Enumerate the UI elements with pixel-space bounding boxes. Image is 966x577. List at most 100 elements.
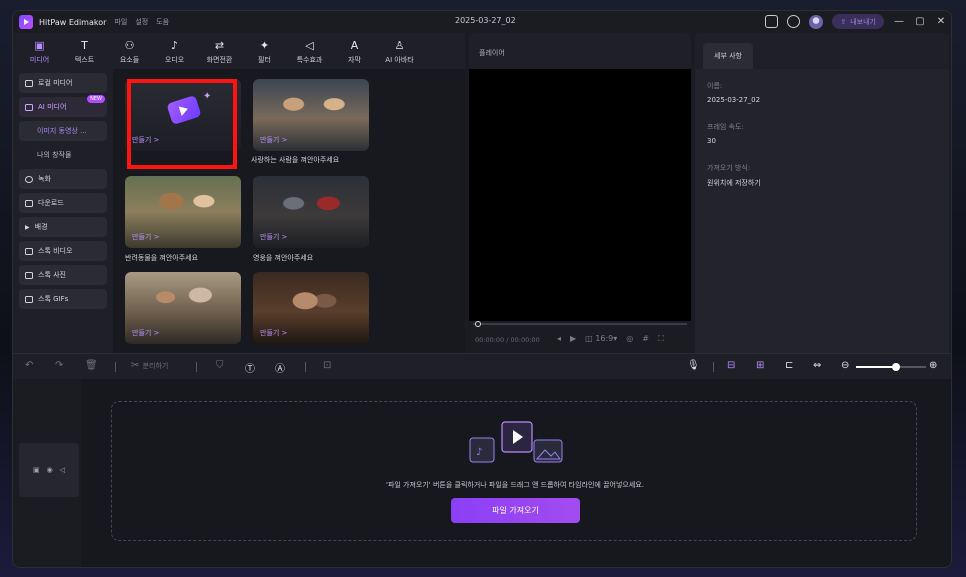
shield-icon[interactable]: ⛉ [216,360,224,371]
mute-icon[interactable]: ◁ [60,466,65,474]
grid-icon[interactable]: # [642,334,649,344]
play-icon[interactable]: ▶ [570,334,576,344]
fullscreen-icon[interactable]: ⛶ [658,334,664,344]
name-value: 2025-03-27_02 [707,96,761,104]
caret-right-icon: ▶ [25,223,30,231]
sidebar-item-stock-video[interactable]: 스톡 비디오 [19,241,107,261]
create-label: 만들기 > [260,329,288,337]
zoom-slider-handle[interactable] [892,363,900,371]
zoom-out-icon[interactable]: ⊖ [841,360,849,371]
tab-label: 오디오 [164,55,185,64]
close-icon[interactable]: ✕ [935,16,947,27]
undo-icon[interactable]: ↶ [25,360,33,371]
tab-label: 필터 [258,55,271,64]
tab-details[interactable]: 세부 사항 [703,43,753,69]
sidebar-item-image-to-video[interactable]: 이미지 동영상 ... [19,121,107,141]
import-file-button[interactable]: 파일 가져오기 [451,498,580,523]
download-icon[interactable] [787,15,801,28]
expand-icon[interactable]: ⇔ [813,360,821,371]
sidebar-item-record[interactable]: 녹화 [19,169,107,189]
fps-label: 프레임 속도: [707,123,744,131]
import-method-label: 가져오기 방식: [707,164,751,172]
delete-icon[interactable]: 🗑 [85,360,98,371]
sidebar-item-ai-media[interactable]: AI 미디어 NEW [19,95,107,117]
tab-label: 화면전환 [206,55,233,64]
create-label: 만들기 > [132,136,160,144]
playback-scrubber[interactable] [473,321,687,327]
tab-ai-avatar[interactable]: ♙ AI 아바타 [377,35,422,69]
sidebar-item-stock-gifs[interactable]: 스톡 GIFs [19,289,107,309]
split-button[interactable]: ✂ 분리하기 [131,360,168,371]
app-logo-icon [19,15,33,29]
subtitle-icon: A [350,38,359,52]
track-controls: ▣ ◉ ◁ [19,443,79,497]
divider [115,362,116,372]
sidebar-item-background[interactable]: ▶ 배경 [19,217,107,237]
sidebar-item-label: 녹화 [38,175,51,183]
zoom-slider[interactable] [856,363,926,371]
zoom-in-icon[interactable]: ⊕ [929,360,937,371]
aspect-ratio-value: 16:9 [595,334,614,343]
tab-audio[interactable]: ♪ 오디오 [152,35,197,69]
tab-filter[interactable]: ✦ 필터 [242,35,287,69]
step-back-icon[interactable]: ◂ [557,334,561,344]
template-card[interactable]: 만들기 > [253,272,369,344]
divider [305,362,306,372]
tab-media[interactable]: ▣ 미디어 [17,35,62,69]
template-card-hug-loved-one[interactable]: 만들기 > [253,79,369,151]
redo-icon[interactable]: ↷ [55,360,63,371]
menu-file[interactable]: 파일 [114,17,127,27]
template-card-hug-pet[interactable]: 만들기 > [125,176,241,248]
ai-icon[interactable]: Ⓐ [275,360,285,375]
freeze-icon[interactable]: ⊡ [323,360,331,371]
video-preview [469,69,691,321]
ai-media-gallery: ✦ 만들기 > 만들기 > 사랑하는 사람을 껴안아주세요 만들기 > 반려동물… [113,69,465,353]
sidebar-item-local-media[interactable]: 로컬 미디어 [19,73,107,93]
playback-time: 00:00:00 / 00:00:00 [475,336,540,344]
sidebar-item-my-creations[interactable]: 나의 창작물 [19,145,107,165]
import-method-value: 원위치에 저장하기 [707,179,761,187]
sidebar-item-download[interactable]: 다운로드 [19,193,107,213]
text-box-icon[interactable]: Ⓣ [245,360,255,375]
template-caption: 영웅을 껴안아주세요 [253,254,314,262]
menu-settings[interactable]: 설정 [135,17,148,27]
titlebar-actions: ⇪ 내보내기 — ▢ ✕ [765,14,947,29]
drop-hint: '파일 가져오기' 버튼을 클릭하거나 파일을 드래그 앤 드롭하여 타임라인에… [386,481,644,489]
fit-icon[interactable]: ⊏ [785,360,793,371]
snapshot-icon[interactable]: ◎ [626,334,633,344]
lock-icon[interactable]: ▣ [33,466,40,474]
tab-effects[interactable]: ◁ 특수효과 [287,35,332,69]
timeline-area: ♪ '파일 가져오기' 버튼을 클릭하거나 파일을 드래그 앤 드롭하여 타임라… [81,379,951,567]
tab-label: 특수효과 [296,55,323,64]
tab-label: 미디어 [29,55,50,64]
tab-subtitle[interactable]: A 자막 [332,35,377,69]
drop-zone[interactable]: ♪ '파일 가져오기' 버튼을 클릭하거나 파일을 드래그 앤 드롭하여 타임라… [111,401,917,541]
export-button[interactable]: ⇪ 내보내기 [832,14,884,29]
magic-video-icon [166,94,202,126]
filter-icon: ✦ [259,38,270,52]
tab-text[interactable]: T 텍스트 [62,35,107,69]
minimize-icon[interactable]: — [893,16,905,27]
sidebar-item-stock-photo[interactable]: 스톡 사진 [19,265,107,285]
feedback-icon[interactable] [765,15,779,28]
template-card-hug-hero[interactable]: 만들기 > [253,176,369,248]
microphone-icon[interactable]: 🎙 [687,360,700,371]
aspect-ratio-select[interactable]: ◫ 16:9▾ [585,334,617,344]
menu-help[interactable]: 도움 [156,17,169,27]
divider [196,362,197,372]
create-card[interactable]: ✦ 만들기 > [125,79,241,151]
timeline-toolbar: ↶ ↷ 🗑 ✂ 분리하기 ⛉ Ⓣ Ⓐ ⊡ 🎙 ⊟ ⊞ ⊏ ⇔ ⊖ ⊕ [13,353,951,379]
visibility-icon[interactable]: ◉ [47,466,53,474]
link-icon[interactable]: ⊞ [756,360,764,371]
maximize-icon[interactable]: ▢ [914,16,926,27]
template-card[interactable]: 만들기 > [125,272,241,344]
snap-icon[interactable]: ⊟ [727,360,735,371]
track-header-column: ▣ ◉ ◁ [13,379,81,567]
scrubber-handle[interactable] [475,321,481,327]
gif-icon [25,295,33,303]
document-title: 2025-03-27_02 [455,16,516,25]
tab-elements[interactable]: ⚇ 요소들 [107,35,152,69]
sidebar-item-label: 배경 [34,223,48,231]
tab-transition[interactable]: ⇄ 화면전환 [197,35,242,69]
avatar[interactable] [809,14,824,29]
